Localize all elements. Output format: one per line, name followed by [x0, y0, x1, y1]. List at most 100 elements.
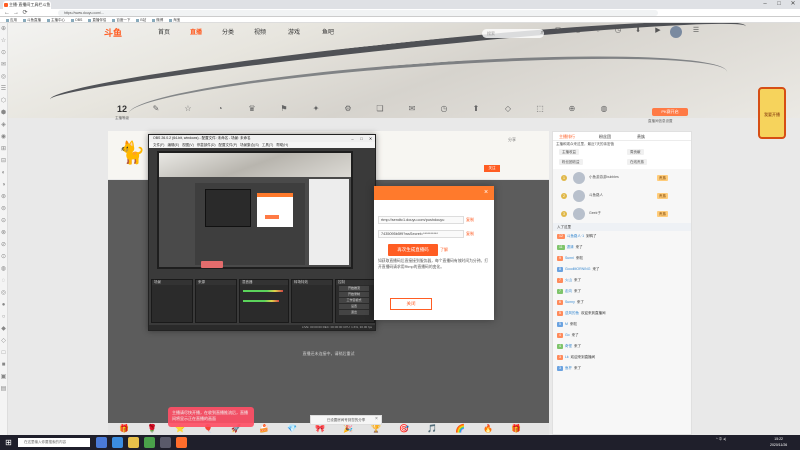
- toolbar-tool-icon[interactable]: ⬚: [526, 103, 554, 115]
- maximize-button[interactable]: □: [772, 0, 786, 9]
- left-tool-icon[interactable]: ⊕: [0, 23, 7, 35]
- gift-icon[interactable]: 🌹: [146, 424, 158, 434]
- close-dialog-button[interactable]: 关闭: [390, 298, 432, 310]
- chat-nickname[interactable]: 火山: [565, 278, 572, 282]
- obs-scenes-dock[interactable]: 场景: [151, 279, 193, 323]
- left-tool-icon[interactable]: ⬢: [0, 107, 7, 119]
- obs-preview[interactable]: [157, 151, 353, 269]
- tab-fan-club[interactable]: 粉丝团: [599, 133, 611, 140]
- system-tray[interactable]: ^ 中 ◂): [716, 436, 726, 442]
- close-icon[interactable]: ×: [481, 188, 491, 198]
- taskbar-search-input[interactable]: 在这里输入你要搜索的内容: [18, 438, 90, 447]
- gift-icon[interactable]: 🎁: [510, 424, 522, 434]
- menu-icon[interactable]: ☰: [688, 27, 704, 35]
- obs-sources-dock[interactable]: 来源: [195, 279, 237, 323]
- settings-button[interactable]: 设置: [339, 304, 369, 309]
- gift-icon[interactable]: 🌈: [454, 424, 466, 434]
- left-tool-icon[interactable]: ⊞: [0, 143, 7, 155]
- pill-online-noble[interactable]: 在线贵族: [627, 159, 647, 165]
- pill-income[interactable]: 主播收益: [559, 149, 579, 155]
- left-tool-icon[interactable]: □: [0, 347, 7, 359]
- left-tool-icon[interactable]: ⊙: [0, 251, 7, 263]
- obs-transitions-dock[interactable]: 转场特效: [291, 279, 333, 323]
- pk-button[interactable]: PK赛开启: [652, 108, 688, 116]
- chat-nickname[interactable]: 斗鱼路人·1: [567, 234, 584, 238]
- gift-icon[interactable]: 🎀: [314, 424, 326, 434]
- left-tool-icon[interactable]: ▤: [0, 383, 7, 395]
- chat-nickname[interactable]: Lk: [565, 355, 569, 359]
- obs-app-icon[interactable]: [160, 437, 171, 448]
- windows-start-icon[interactable]: ⊞: [4, 438, 13, 447]
- copy-key-button[interactable]: 复制: [466, 230, 474, 238]
- left-tool-icon[interactable]: ◆: [0, 323, 7, 335]
- toolbar-tool-icon[interactable]: ⊕: [558, 103, 586, 115]
- toolbar-tool-icon[interactable]: ✉: [398, 103, 426, 115]
- left-tool-icon[interactable]: ◍: [0, 263, 7, 275]
- back-button[interactable]: ←: [3, 9, 11, 17]
- task-view-icon[interactable]: [96, 437, 107, 448]
- left-tool-icon[interactable]: ⬡: [0, 95, 7, 107]
- left-tool-icon[interactable]: ◎: [0, 71, 7, 83]
- edge-browser-icon[interactable]: [112, 437, 123, 448]
- toolbar-tool-icon[interactable]: ⚑: [270, 103, 298, 115]
- chat-nickname[interactable]: 潇清: [567, 245, 574, 249]
- rtmp-server-field[interactable]: rtmp://sendtc1.douyu.com/pushdouyu: [378, 216, 464, 224]
- left-tool-icon[interactable]: ◑: [0, 179, 7, 191]
- nav-fishbar[interactable]: 鱼吧: [322, 28, 334, 38]
- toolbar-tool-icon[interactable]: ◍: [590, 103, 618, 115]
- toolbar-tool-icon[interactable]: ◷: [430, 103, 458, 115]
- download-icon[interactable]: ⬇: [630, 27, 646, 35]
- obs-minimize-button[interactable]: –: [348, 135, 357, 142]
- nav-category[interactable]: 分类: [222, 28, 234, 38]
- left-tool-icon[interactable]: ⊙: [0, 47, 7, 59]
- reload-button[interactable]: ⟳: [21, 9, 29, 17]
- pill-fanclub[interactable]: 粉丝团收益: [559, 159, 583, 165]
- nav-video[interactable]: 视频: [254, 28, 266, 38]
- left-tool-icon[interactable]: ■: [0, 359, 7, 371]
- gift-icon[interactable]: 🏆: [370, 424, 382, 434]
- pill-weekly[interactable]: 周贡献: [627, 149, 644, 155]
- tab-noble[interactable]: 贵族: [637, 133, 645, 140]
- chat-nickname[interactable]: Sunny: [565, 300, 575, 304]
- start-streaming-button[interactable]: 开始推流: [339, 286, 369, 291]
- tab-anchor-rank[interactable]: 主播排行: [559, 133, 575, 140]
- left-tool-icon[interactable]: ⊝: [0, 215, 7, 227]
- obs-close-button[interactable]: ✕: [366, 135, 375, 142]
- toolbar-tool-icon[interactable]: ◔: [206, 103, 234, 115]
- obs-maximize-button[interactable]: □: [357, 135, 366, 142]
- toolbar-tool-icon[interactable]: ☆: [174, 103, 202, 115]
- room-settings-link[interactable]: 直播间信息设置: [648, 119, 673, 124]
- close-icon[interactable]: ×: [375, 415, 381, 423]
- left-tool-icon[interactable]: ⊜: [0, 203, 7, 215]
- open-live-button[interactable]: 我要开播: [758, 87, 786, 139]
- history-icon[interactable]: ◷: [610, 27, 626, 35]
- chat-nickname[interactable]: Sunni: [565, 256, 574, 260]
- file-explorer-icon[interactable]: [128, 437, 139, 448]
- left-tool-icon[interactable]: ●: [0, 299, 7, 311]
- left-tool-icon[interactable]: ⊛: [0, 191, 7, 203]
- user-avatar[interactable]: [670, 26, 682, 38]
- chat-nickname[interactable]: 走向: [565, 289, 572, 293]
- left-tool-icon[interactable]: ☰: [0, 83, 7, 95]
- douyu-logo[interactable]: 斗鱼: [104, 26, 134, 40]
- live-icon[interactable]: ▶: [650, 27, 666, 35]
- rank-row[interactable]: 2 斗鱼路人 贵族: [553, 187, 691, 205]
- obs-menu-bar[interactable]: 文件(F) 编辑(E) 视图(V) 停靠部件(D) 配置文件(P) 场景集合(S…: [149, 142, 375, 148]
- gift-icon[interactable]: 🎯: [398, 424, 410, 434]
- gift-icon[interactable]: 🔥: [482, 424, 494, 434]
- left-tool-icon[interactable]: ⊘: [0, 239, 7, 251]
- share-button[interactable]: 分享: [508, 137, 516, 143]
- chat-nickname[interactable]: Go: [565, 333, 570, 337]
- left-tool-icon[interactable]: ◎: [0, 287, 7, 299]
- left-tool-icon[interactable]: ◉: [0, 131, 7, 143]
- toolbar-tool-icon[interactable]: ❏: [366, 103, 394, 115]
- learn-more-link[interactable]: 了解: [440, 246, 448, 254]
- obs-mixer-dock[interactable]: 混音器: [239, 279, 289, 323]
- nav-home[interactable]: 首页: [158, 28, 170, 38]
- follow-button[interactable]: 关注: [484, 165, 500, 172]
- url-input[interactable]: https://www.douyu.com/...: [58, 10, 658, 16]
- nav-live[interactable]: 直播: [190, 28, 202, 38]
- left-tool-icon[interactable]: ◌: [0, 275, 7, 287]
- toolbar-tool-icon[interactable]: ◇: [494, 103, 522, 115]
- start-recording-button[interactable]: 开始录制: [339, 292, 369, 297]
